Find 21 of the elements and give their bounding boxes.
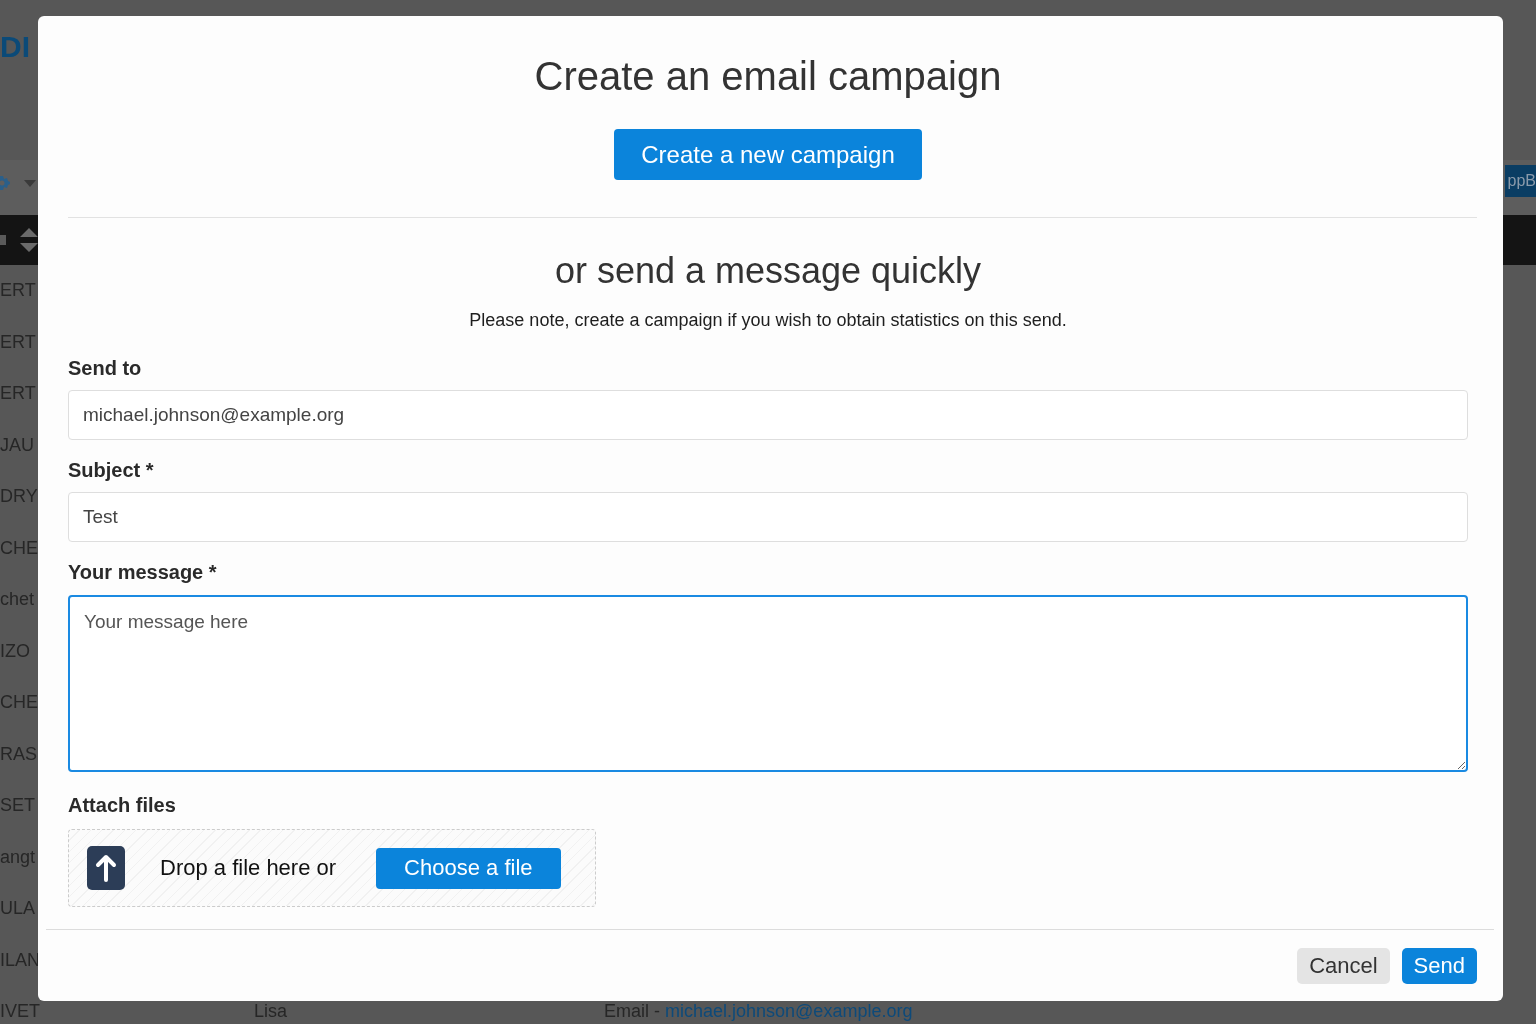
send-button[interactable]: Send: [1401, 948, 1477, 984]
section-heading: or send a message quickly: [553, 249, 983, 293]
field-label: Attach files: [68, 793, 176, 817]
note-text: Please note, create a campaign if you wish to obtain statistics on this send.: [468, 309, 1068, 331]
dialog-title: Create an email campaign: [533, 53, 1003, 100]
choose-file-button[interactable]: Choose a file: [376, 847, 561, 889]
gear-icon[interactable]: [0, 175, 10, 191]
caret-icon[interactable]: [24, 179, 36, 187]
field-label: Subject *: [68, 458, 154, 482]
drop-hint-text: Drop a file here or: [160, 855, 337, 881]
text-input[interactable]: michael.johnson@example.org: [68, 390, 1468, 440]
logo-text: DI: [0, 30, 30, 64]
create-campaign-button[interactable]: Create a new campaign: [614, 129, 922, 180]
cancel-button[interactable]: Cancel: [1297, 948, 1390, 984]
message-textarea[interactable]: Your message here: [68, 595, 1468, 772]
square-icon: [0, 235, 6, 245]
field-label: Send to: [68, 356, 142, 380]
text-input[interactable]: Test: [68, 492, 1468, 542]
field-label: Your message *: [68, 560, 217, 584]
file-drop-zone[interactable]: Drop a file here or Choose a file: [68, 829, 596, 907]
toolbar-button[interactable]: ppB: [1504, 165, 1536, 197]
